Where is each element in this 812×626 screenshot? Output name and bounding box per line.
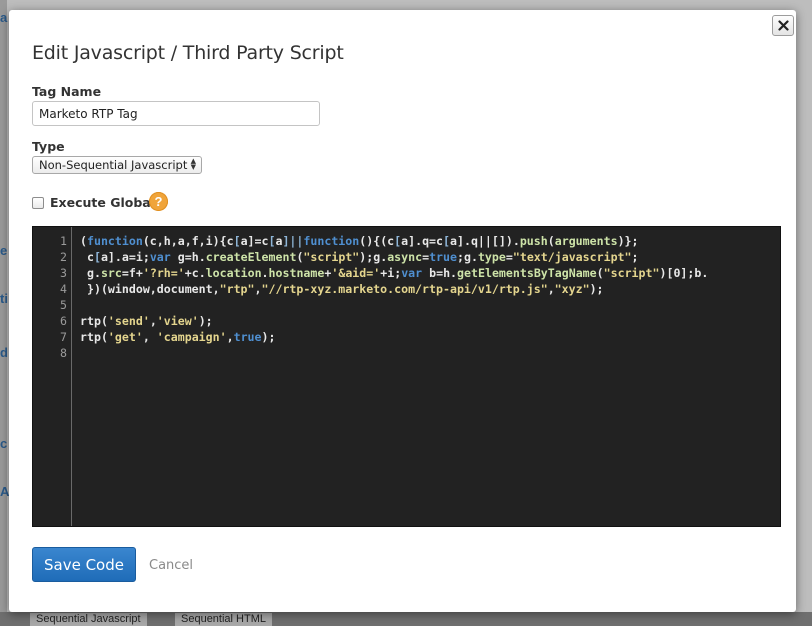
background-fragment: ti	[0, 291, 8, 306]
line-numbers: 1 2 3 4 5 6 7 8	[33, 233, 67, 361]
cancel-link[interactable]: Cancel	[149, 558, 193, 573]
code-line: g.src=f+'?rh='+c.location.hostname+'&aid…	[80, 266, 709, 280]
background-tab: Sequential HTML	[175, 613, 272, 626]
background-tab: Sequential Javascript	[30, 613, 147, 626]
code-line: (function(c,h,a,f,i){c[a]=c[a]||function…	[80, 234, 639, 248]
code-editor[interactable]: 1 2 3 4 5 6 7 8 (function(c,h,a,f,i){c[a]=c[a]|…	[32, 226, 781, 527]
code-line: rtp('send','view');	[80, 314, 213, 328]
save-code-button[interactable]: Save Code	[32, 547, 136, 582]
type-select[interactable]: Non-Sequential Javascript ▲ ▼	[32, 156, 202, 174]
help-icon[interactable]: ?	[149, 192, 168, 211]
close-x-icon	[777, 20, 789, 31]
code-line: rtp('get', 'campaign',true);	[80, 330, 276, 344]
modal-title: Edit Javascript / Third Party Script	[32, 42, 344, 64]
line-number: 1	[60, 234, 67, 248]
line-number: 2	[60, 250, 67, 264]
line-number: 3	[60, 266, 67, 280]
code-content[interactable]: (function(c,h,a,f,i){c[a]=c[a]||function…	[80, 233, 708, 361]
type-label: Type	[32, 139, 65, 154]
select-arrows-icon: ▲ ▼	[190, 157, 196, 171]
background-fragment: a	[0, 10, 8, 25]
execute-globally-checkbox[interactable]	[32, 197, 44, 209]
line-number: 4	[60, 282, 67, 296]
line-number: 7	[60, 330, 67, 344]
background-fragment: e	[0, 243, 8, 258]
tag-name-input[interactable]	[32, 101, 320, 126]
background-fragment: d	[0, 345, 8, 360]
line-number: 8	[60, 346, 67, 360]
background-strip	[0, 0, 7, 626]
code-line: })(window,document,"rtp","//rtp-xyz.mark…	[80, 282, 604, 296]
background-fragment: c	[0, 436, 8, 451]
line-number: 6	[60, 314, 67, 328]
background-fragment: A	[0, 484, 10, 499]
line-number: 5	[60, 298, 67, 312]
tag-name-label: Tag Name	[32, 84, 102, 99]
code-line: c[a].a=i;var g=h.createElement("script")…	[80, 250, 639, 264]
close-button[interactable]	[772, 15, 794, 36]
editor-gutter: 1 2 3 4 5 6 7 8	[33, 227, 72, 526]
edit-script-modal: Edit Javascript / Third Party Script Tag…	[9, 10, 796, 612]
type-select-value: Non-Sequential Javascript	[39, 158, 188, 172]
